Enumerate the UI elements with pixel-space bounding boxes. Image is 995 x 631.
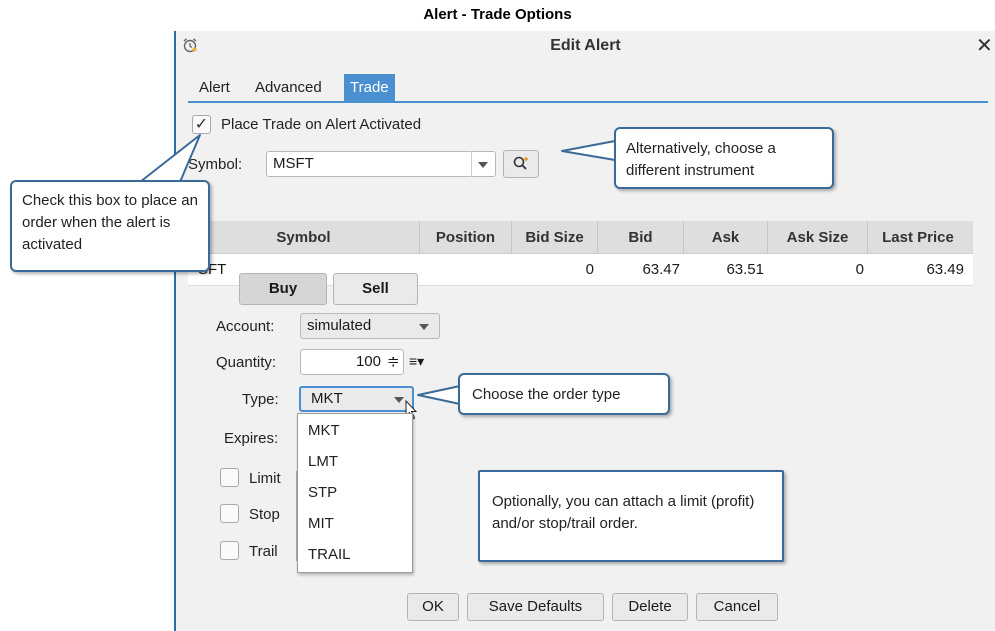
attach-orders-callout: Optionally, you can attach a limit (prof…	[478, 470, 784, 562]
checkbox-callout: Check this box to place an order when th…	[10, 180, 210, 272]
instrument-callout: Alternatively, choose a different instru…	[614, 127, 834, 189]
order-type-callout: Choose the order type	[458, 373, 670, 415]
